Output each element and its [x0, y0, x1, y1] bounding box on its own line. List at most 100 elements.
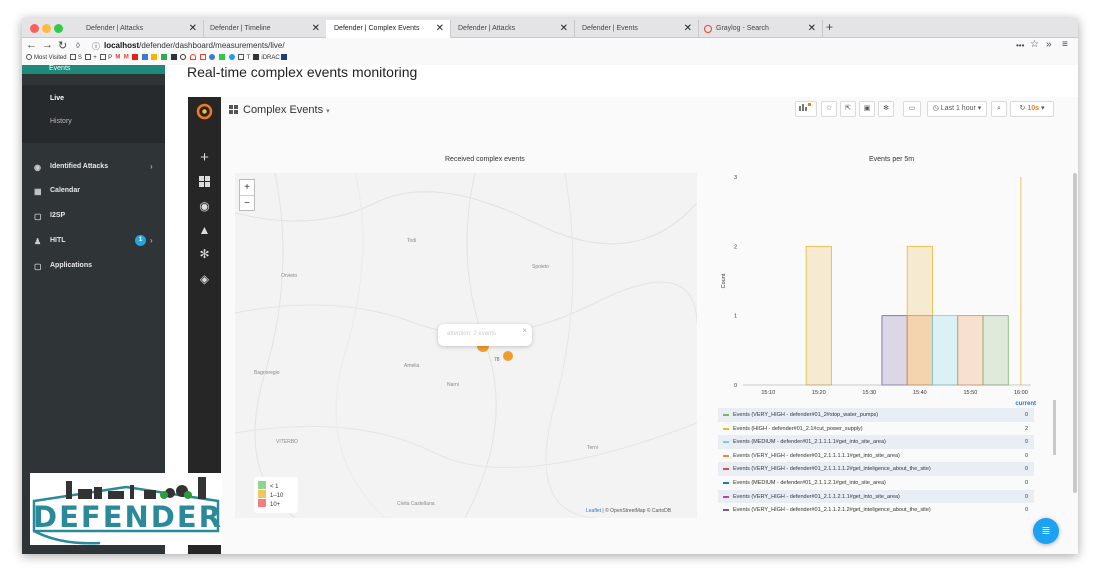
notification-badge: 1 [135, 235, 146, 246]
bookmark-folder-plus[interactable]: + [85, 54, 97, 61]
address-bar[interactable]: localhost/defender/dashboard/measurement… [104, 41, 285, 50]
bookmark-icon[interactable] [219, 54, 226, 60]
folder-icon [238, 54, 245, 60]
close-tab-icon[interactable]: ✕ [684, 23, 692, 34]
sidebar-item-events[interactable]: Events [22, 65, 165, 74]
close-icon[interactable]: × [522, 326, 527, 335]
bookmark-folder-t[interactable]: T [238, 54, 250, 61]
legend-scrollbar[interactable] [1053, 400, 1056, 455]
back-arrow-icon[interactable]: ← [26, 39, 37, 51]
browser-tab-5[interactable]: Defender | Events ✕ [574, 20, 699, 38]
menu-icon[interactable]: ≡ [1062, 39, 1068, 50]
close-tab-icon[interactable]: ✕ [189, 23, 197, 34]
overflow-chevron-icon[interactable]: » [1046, 39, 1052, 50]
tv-mode-button[interactable]: ▭ [903, 101, 921, 117]
legend-row[interactable]: Events (VERY_HIGH - defender#01_2.1.1.1.… [718, 462, 1034, 476]
sidebar-item-i2sp[interactable]: ▢ I2SP [22, 206, 165, 226]
zoom-out-button[interactable]: ⌕ [991, 101, 1007, 117]
x-tick-label: 15:40 [913, 390, 927, 396]
bookmark-gmail-1[interactable]: M [115, 55, 120, 61]
more-icon[interactable]: ••• [1016, 41, 1024, 50]
reload-icon[interactable]: ↻ [58, 39, 67, 52]
page-scrollbar[interactable] [1073, 173, 1077, 493]
settings-button[interactable]: ✻ [878, 101, 894, 117]
close-tab-icon[interactable]: ✕ [808, 23, 816, 34]
floating-menu-button[interactable]: ≣ [1033, 518, 1059, 544]
forward-arrow-icon[interactable]: → [42, 39, 53, 51]
minimize-window-button[interactable] [42, 24, 51, 33]
map-marker-label: 78 [494, 357, 500, 363]
legend-row[interactable]: Events (VERY_HIGH - defender#01_2.1.1.2.… [718, 503, 1034, 517]
bookmark-icon[interactable] [141, 54, 148, 60]
youtube-icon[interactable] [132, 54, 139, 60]
info-icon[interactable]: ⓘ [92, 41, 100, 52]
shield-icon: ◊ [76, 41, 80, 50]
bookmark-icon[interactable] [190, 54, 197, 60]
bookmark-icon[interactable] [209, 54, 216, 60]
bookmark-folder-p[interactable]: P [100, 54, 112, 61]
legend-row[interactable]: Events (VERY_HIGH - defender#01_2#stop_w… [718, 408, 1034, 422]
sidebar-subitem-history[interactable]: History [22, 112, 165, 132]
bookmark-gmail-2[interactable]: M [124, 55, 129, 61]
refresh-button[interactable]: ↻ 10s ▾ [1010, 101, 1054, 117]
bookmark-icon[interactable] [281, 54, 288, 60]
save-button[interactable]: ▣ [859, 101, 875, 117]
zoom-in-button[interactable]: + [240, 180, 254, 195]
bookmark-folder-s[interactable]: S [69, 54, 82, 61]
browser-tab-4[interactable]: Defender | Attacks ✕ [450, 20, 575, 38]
legend-swatch [723, 427, 729, 430]
maximize-window-button[interactable] [54, 24, 63, 33]
bookmark-icon[interactable] [161, 54, 168, 60]
browser-tab-3-active[interactable]: Defender | Complex Events ✕ [326, 20, 451, 38]
zoom-out-button[interactable]: − [240, 195, 254, 210]
bookmark-icon[interactable] [199, 54, 206, 60]
dashboard-title[interactable]: Complex Events ▾ [229, 104, 330, 116]
legend-row[interactable]: Events (HIGH - defender#01_2.1#cut_power… [718, 422, 1034, 436]
shield-icon[interactable]: ◈ [188, 272, 221, 286]
clock-icon: ◷ [932, 105, 939, 112]
sidebar-subitem-live[interactable]: Live [22, 89, 165, 109]
gear-icon[interactable]: ✻ [188, 247, 221, 261]
bookmark-most-visited[interactable]: Most Visited [26, 54, 67, 61]
browser-tab-2[interactable]: Defender | Timeline ✕ [202, 20, 327, 38]
legend-series-name: Events (MEDIUM - defender#01_2.1.1.1.1#g… [733, 439, 886, 446]
close-tab-icon[interactable]: ✕ [312, 23, 320, 34]
events-map[interactable]: Todi Spoleto Orvieto Amelia Narni Terni … [235, 173, 697, 518]
plus-icon[interactable]: + [188, 149, 221, 166]
legend-current-value: 0 [1024, 466, 1028, 473]
events-per-5m-chart: 0 1 2 3 15:10 15:20 15:30 15:40 15:50 16:00 Count [721, 175, 1031, 396]
bookmark-icon[interactable] [170, 54, 177, 60]
time-picker-button[interactable]: ◷ Last 1 hour ▾ [927, 101, 987, 117]
bookmark-icon[interactable] [151, 54, 158, 60]
browser-tab-1[interactable]: Defender | Attacks ✕ [78, 20, 204, 38]
share-button[interactable]: ⇱ [840, 101, 856, 117]
time-range-label: Last 1 hour [940, 105, 976, 112]
sidebar-item-hitl[interactable]: ♟ HITL 1 › [22, 231, 165, 251]
close-tab-icon[interactable]: ✕ [436, 23, 444, 34]
sidebar-item-identified-attacks[interactable]: ◉ Identified Attacks › [22, 157, 165, 177]
bookmark-idrac[interactable]: iDRAC [253, 54, 280, 61]
add-panel-button[interactable] [795, 101, 817, 117]
legend-current-header: current [1015, 401, 1036, 407]
map-marker[interactable] [503, 351, 513, 361]
browser-tab-6[interactable]: Graylog - Search ✕ [698, 20, 823, 38]
close-tab-icon[interactable]: ✕ [560, 23, 568, 34]
legend-row[interactable]: Events (VERY_HIGH - defender#01_2.1.1.1.… [718, 449, 1034, 463]
close-window-button[interactable] [30, 24, 39, 33]
legend-current-value: 0 [1024, 439, 1028, 446]
legend-row[interactable]: Events (VERY_HIGH - defender#01_2.1.1.2.… [718, 489, 1034, 504]
grafana-logo-icon[interactable] [196, 103, 213, 120]
bell-icon[interactable]: ▲ [188, 223, 221, 237]
dashboards-icon[interactable] [188, 176, 221, 190]
cloud-icon[interactable] [228, 54, 235, 60]
legend-row[interactable]: Events (MEDIUM - defender#01_2.1.1.2.1#g… [718, 476, 1034, 490]
leaflet-link[interactable]: Leaflet [586, 508, 601, 514]
globe-icon[interactable] [180, 54, 187, 60]
new-tab-button[interactable]: + [826, 20, 833, 34]
compass-icon[interactable]: ◉ [188, 199, 221, 213]
sidebar-item-calendar[interactable]: ▦ Calendar [22, 181, 165, 201]
star-icon[interactable]: ☆ [1030, 39, 1039, 50]
sidebar-item-applications[interactable]: ▢ Applications [22, 256, 165, 276]
legend-row[interactable]: Events (MEDIUM - defender#01_2.1.1.1.1#g… [718, 435, 1034, 449]
star-dashboard-button[interactable]: ☆ [821, 101, 837, 117]
